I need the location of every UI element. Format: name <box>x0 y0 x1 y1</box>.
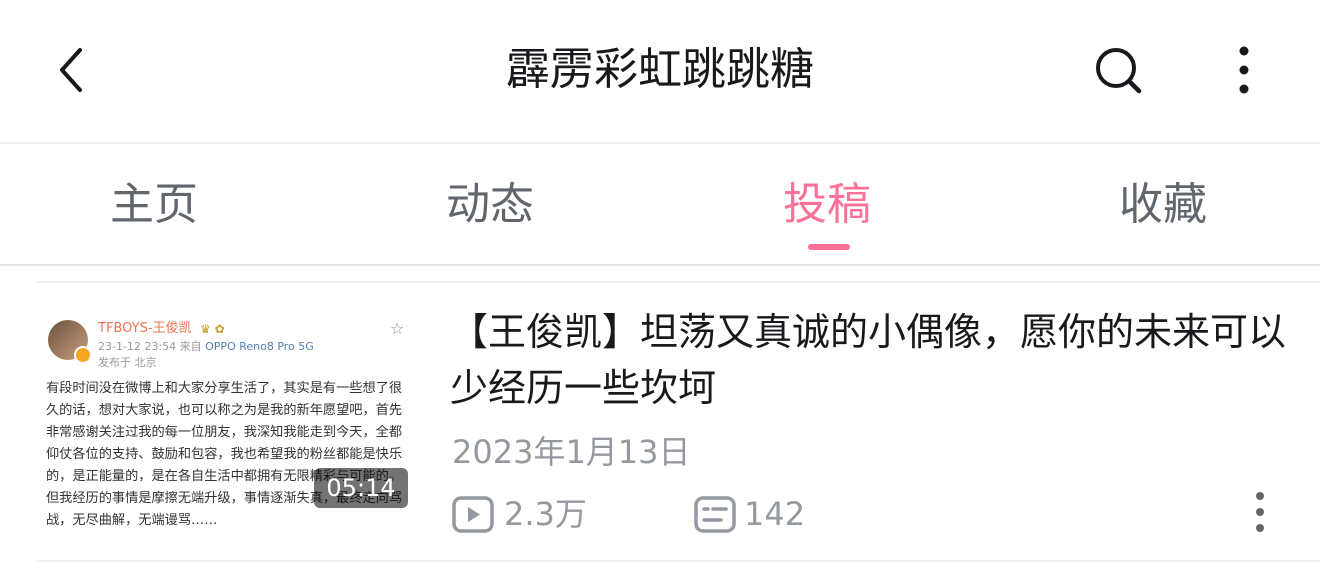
video-date: 2023年1月13日 <box>452 433 691 471</box>
search-button[interactable] <box>1088 40 1148 100</box>
video-duration: 05:14 <box>314 468 408 508</box>
danmaku-count-value: 142 <box>744 495 806 533</box>
active-tab-indicator <box>808 244 850 250</box>
thumbnail-location: 发布于 北京 <box>98 356 157 369</box>
video-card[interactable]: TFBOYS-王俊凯 ♛ ✿ 23-1-12 23:54 来自 OPPO Ren… <box>36 296 1320 534</box>
card-divider <box>36 560 1320 562</box>
more-vertical-icon <box>1256 492 1264 532</box>
thumbnail-from: 来自 <box>179 340 202 353</box>
tab-bar: 主页 动态 投稿 收藏 <box>0 144 1320 264</box>
video-more-button[interactable] <box>1242 490 1278 534</box>
chevron-left-icon <box>60 48 82 92</box>
verified-badge-icon <box>74 346 92 364</box>
crown-icon: ♛ ✿ <box>200 322 225 336</box>
back-button[interactable] <box>44 42 100 98</box>
star-icon: ☆ <box>390 319 405 338</box>
danmaku-icon <box>694 496 736 533</box>
thumbnail-device: OPPO Reno8 Pro 5G <box>205 340 314 353</box>
tab-favorites[interactable]: 收藏 <box>1043 172 1283 238</box>
thumbnail-meta: 23-1-12 23:54 来自 OPPO Reno8 Pro 5G <box>98 340 314 354</box>
video-thumbnail[interactable]: TFBOYS-王俊凯 ♛ ✿ 23-1-12 23:54 来自 OPPO Ren… <box>36 296 426 528</box>
tab-dynamics[interactable]: 动态 <box>370 172 610 238</box>
tab-home[interactable]: 主页 <box>34 172 274 238</box>
more-button[interactable] <box>1226 42 1262 98</box>
tabs-divider <box>0 264 1320 266</box>
thumbnail-username: TFBOYS-王俊凯 <box>98 321 192 336</box>
thumbnail-time: 23-1-12 23:54 <box>98 340 177 353</box>
play-count-icon <box>452 496 494 533</box>
video-title[interactable]: 【王俊凯】坦荡又真诚的小偶像，愿你的未来可以少经历一些坎坷 <box>450 304 1300 416</box>
top-bar: 霹雳彩虹跳跳糖 <box>0 0 1320 142</box>
tab-uploads[interactable]: 投稿 <box>707 172 947 238</box>
list-divider <box>36 281 1320 283</box>
view-count-value: 2.3万 <box>504 495 587 533</box>
search-icon <box>1096 48 1142 94</box>
more-vertical-icon <box>1239 46 1249 94</box>
